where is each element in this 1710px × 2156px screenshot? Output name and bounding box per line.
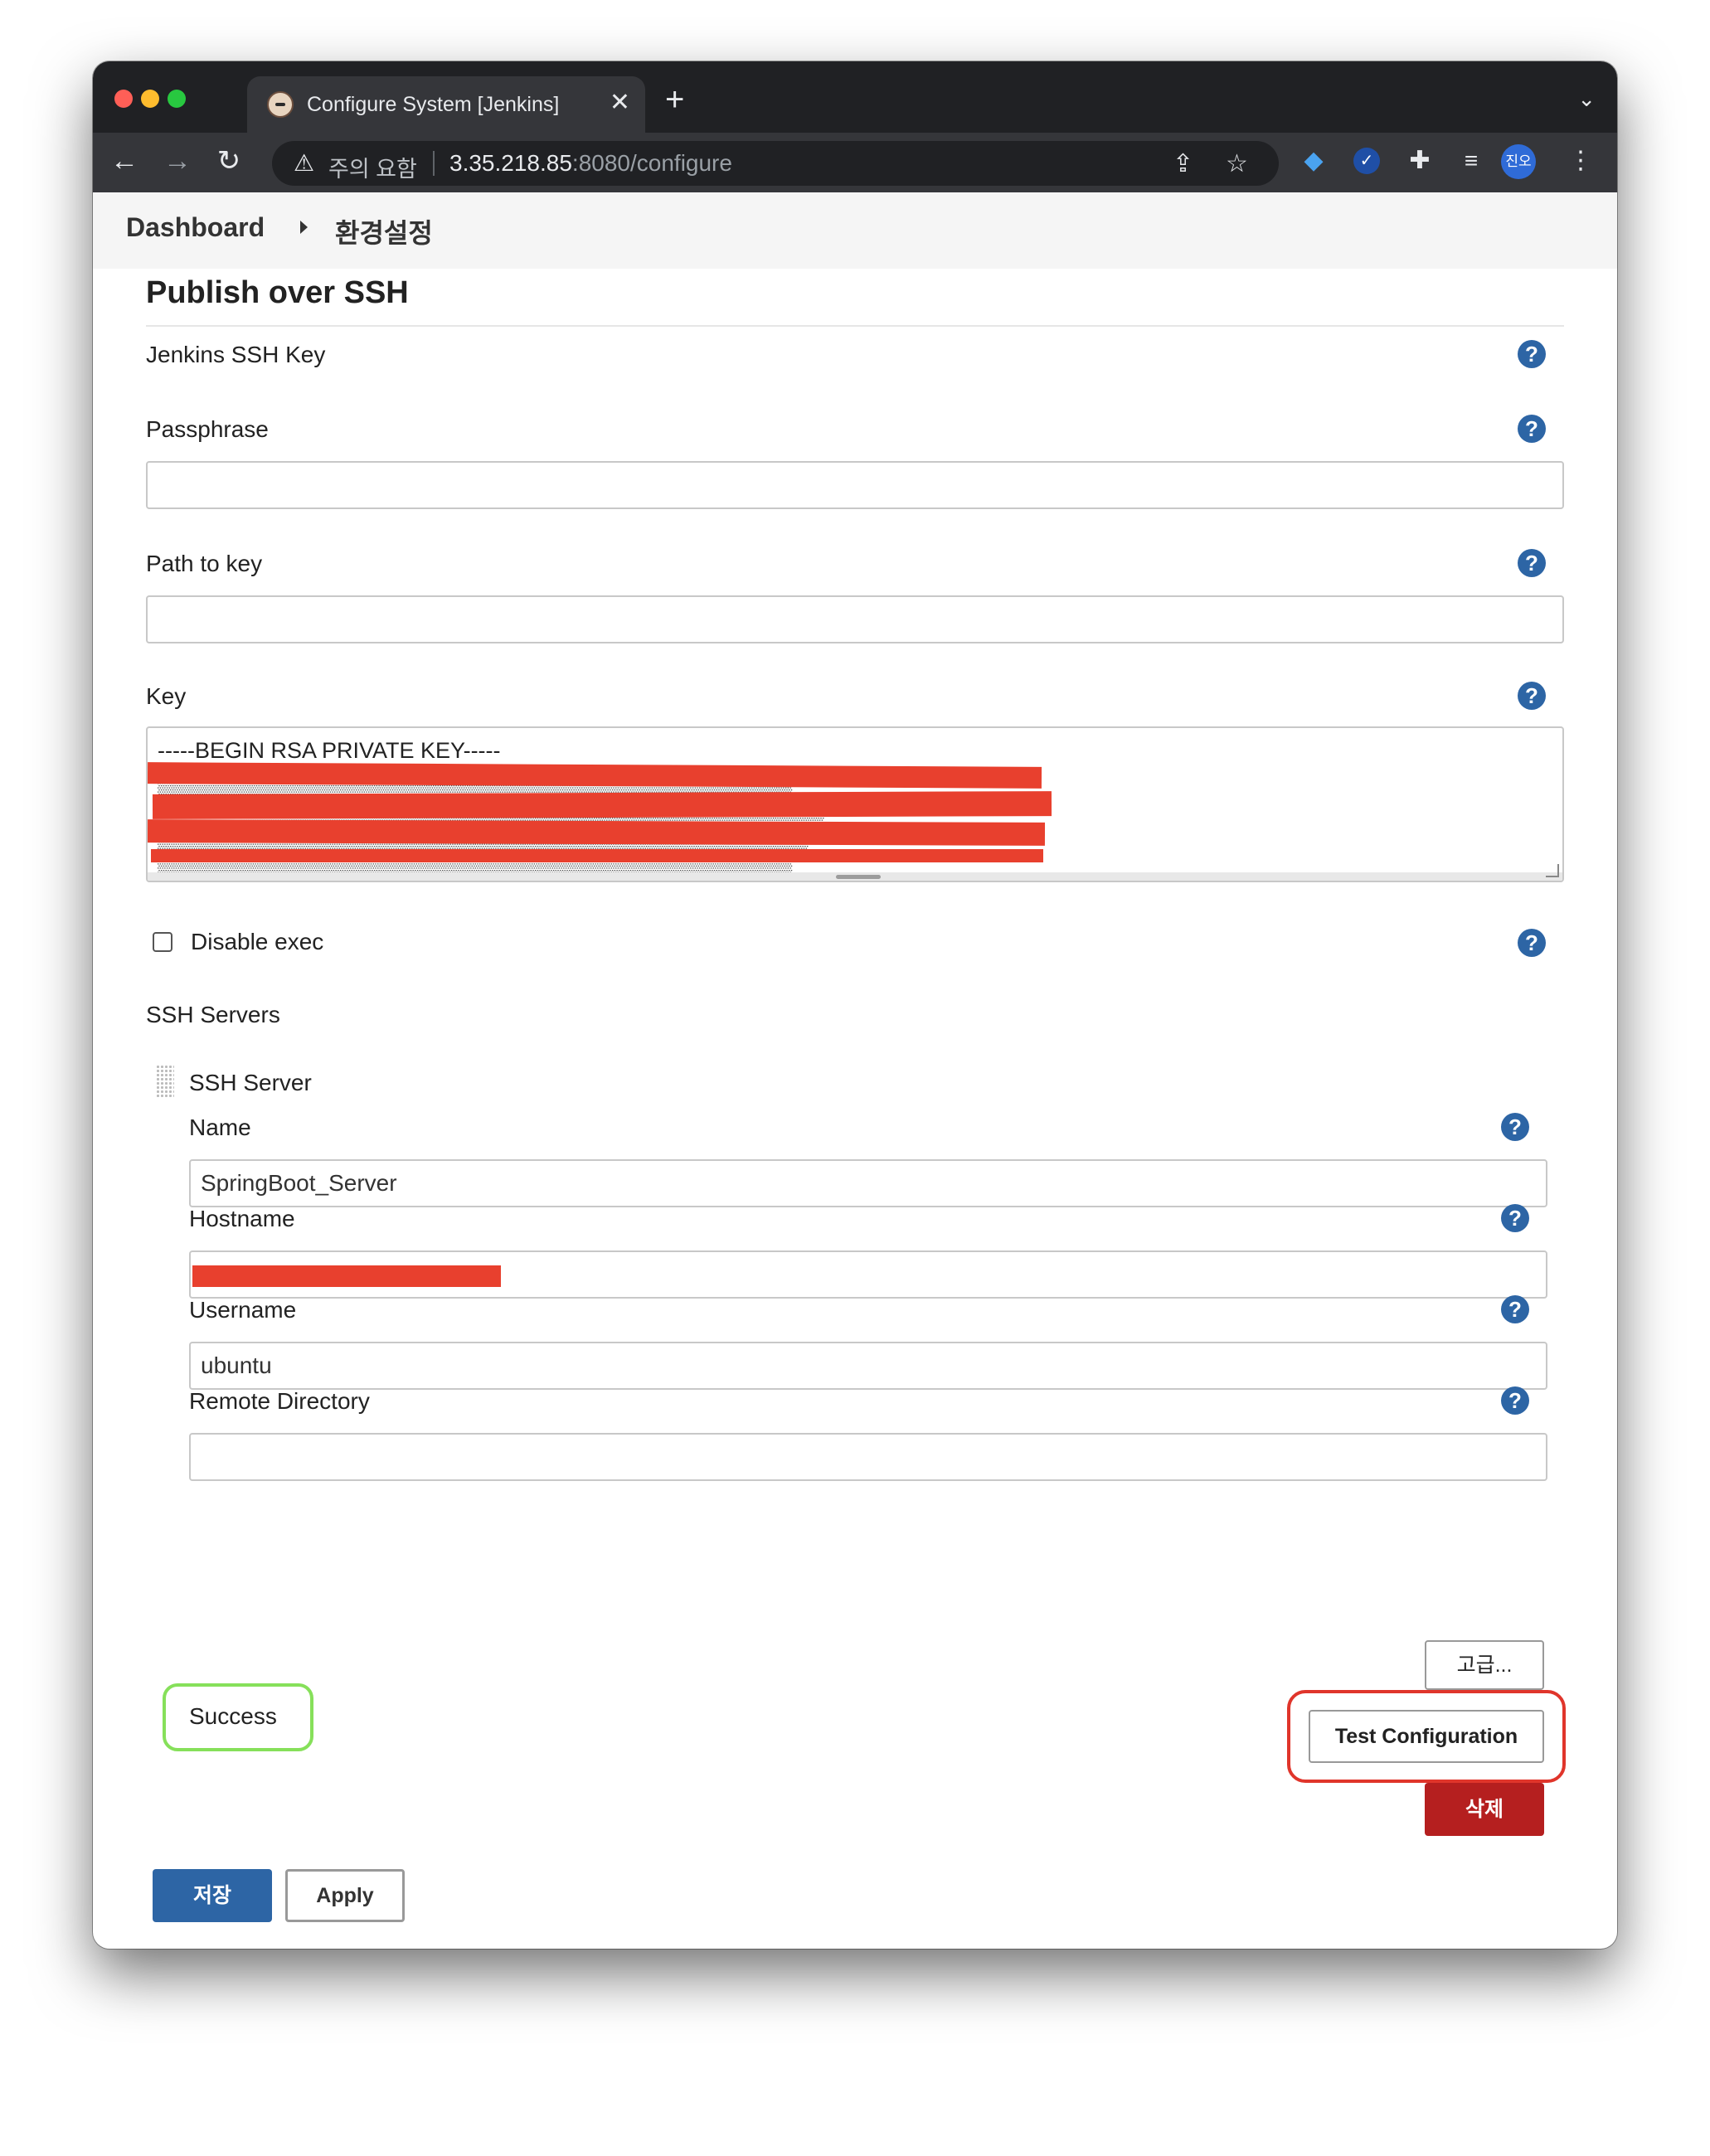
address-bar[interactable]: ⚠ 주의 요함 3.35.218.85:8080/configure ⇪ ☆ (272, 141, 1279, 186)
back-arrow-icon[interactable]: ← (106, 144, 143, 177)
actions-layer: 고급... Test Configuration 삭제 Success 저장 A… (93, 269, 1617, 2156)
save-button[interactable]: 저장 (153, 1869, 272, 1922)
chevron-down-icon[interactable]: ⌄ (1577, 86, 1596, 112)
plus-icon[interactable]: + (665, 83, 684, 116)
breadcrumb: Dashboard 환경설정 (93, 192, 1617, 269)
browser-toolbar: ← → ↻ ⚠ 주의 요함 3.35.218.85:8080/configure… (93, 133, 1617, 192)
advanced-button[interactable]: 고급... (1425, 1640, 1544, 1690)
minimize-window-button[interactable] (141, 90, 159, 108)
close-icon[interactable]: ✕ (610, 88, 630, 118)
breadcrumb-configure[interactable]: 환경설정 (335, 212, 433, 250)
delete-server-button[interactable]: 삭제 (1425, 1783, 1544, 1836)
star-icon[interactable]: ☆ (1226, 149, 1248, 178)
omnibox-divider (433, 151, 435, 176)
menu-kebab-icon[interactable]: ⋮ (1564, 144, 1597, 177)
breadcrumb-chevron-icon[interactable] (300, 221, 308, 234)
extension-gem-icon[interactable]: ◆ (1297, 144, 1330, 177)
puzzle-icon[interactable]: ✚ (1403, 144, 1436, 177)
zoom-window-button[interactable] (168, 90, 186, 108)
close-window-button[interactable] (114, 90, 133, 108)
url-text[interactable]: 3.35.218.85:8080/configure (449, 150, 732, 177)
tab-strip: Configure System [Jenkins] ✕ + ⌄ (93, 61, 1617, 133)
forward-arrow-icon[interactable]: → (159, 144, 196, 177)
share-icon[interactable]: ⇪ (1173, 149, 1193, 178)
media-control-icon[interactable]: ≡ (1455, 144, 1488, 177)
apply-button[interactable]: Apply (285, 1869, 405, 1922)
active-tab[interactable]: Configure System [Jenkins] ✕ (247, 76, 645, 133)
profile-avatar[interactable]: 진오 (1501, 144, 1536, 179)
test-configuration-button[interactable]: Test Configuration (1309, 1710, 1544, 1763)
breadcrumb-dashboard[interactable]: Dashboard (126, 212, 265, 243)
jenkins-favicon-icon (267, 91, 294, 118)
reload-icon[interactable]: ↻ (211, 144, 247, 177)
url-host: 3.35.218.85 (449, 150, 572, 176)
security-label[interactable]: 주의 요함 (328, 151, 417, 183)
tab-title: Configure System [Jenkins] (307, 93, 560, 116)
extension-check-icon[interactable]: ✓ (1350, 144, 1383, 177)
url-path: :8080/configure (571, 150, 732, 176)
warning-icon[interactable]: ⚠ (294, 149, 314, 177)
test-result-text: Success (189, 1703, 277, 1729)
